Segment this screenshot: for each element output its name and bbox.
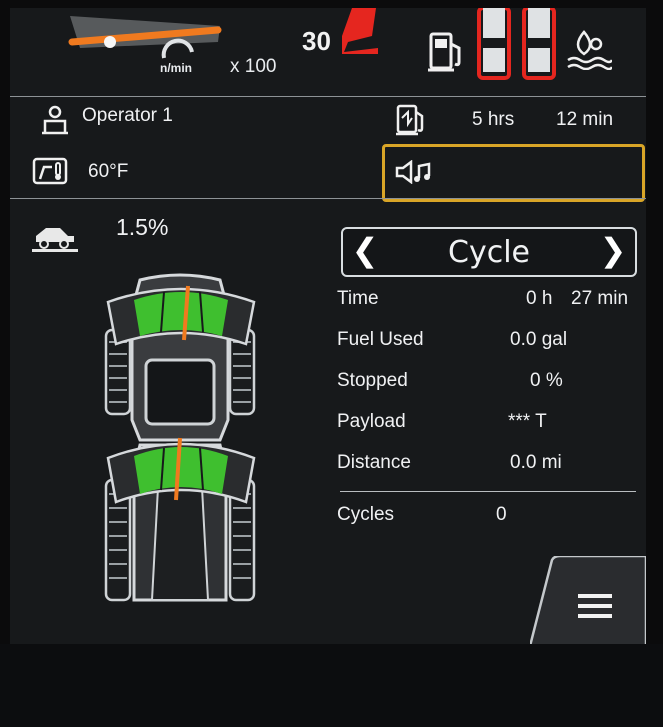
fuel-time-minutes: 12 min bbox=[556, 109, 614, 130]
audio-panel[interactable] bbox=[382, 144, 645, 202]
menu-icon bbox=[578, 594, 612, 618]
cooling-temperature-icon bbox=[567, 30, 612, 70]
fuel-time-icon bbox=[396, 104, 424, 136]
cycle-row-distance-label: Distance bbox=[337, 452, 411, 473]
status-divider bbox=[10, 198, 646, 199]
cab-temperature-value: 60°F bbox=[88, 161, 129, 182]
cycle-row-time-minutes: 27 min bbox=[571, 288, 629, 309]
cycles-value: 0 bbox=[496, 504, 507, 525]
menu-tab[interactable] bbox=[530, 556, 646, 644]
cycle-row-time-hours: 0 h bbox=[526, 288, 553, 309]
cab-temperature-icon bbox=[32, 157, 68, 185]
fuel-time-hours: 5 hrs bbox=[472, 109, 515, 130]
cycle-row-distance-value: 0.0 mi bbox=[510, 452, 562, 473]
speed-arrow-icon bbox=[342, 8, 378, 54]
rpm-multiplier-label: x 100 bbox=[230, 56, 277, 77]
cycles-label: Cycles bbox=[337, 504, 395, 525]
operator-icon bbox=[42, 105, 68, 135]
fuel-pump-icon bbox=[428, 32, 461, 72]
incline-value: 1.5% bbox=[116, 214, 169, 240]
cycle-row-fuel-label: Fuel Used bbox=[337, 329, 424, 350]
cycle-title: Cycle bbox=[448, 235, 530, 270]
fuel-level-bar-right bbox=[522, 8, 556, 80]
rpm-dial-arc bbox=[161, 38, 194, 59]
operator-label: Operator 1 bbox=[82, 105, 173, 126]
display-screen: n/min x 100 30 Operator 1 5 hrs 12 min 6… bbox=[10, 8, 646, 644]
speed-value: 30 bbox=[302, 26, 331, 56]
front-articulation-gauge bbox=[106, 285, 256, 346]
cycle-next-button[interactable]: ❯ bbox=[599, 234, 627, 267]
cycle-row-fuel-value: 0.0 gal bbox=[510, 329, 568, 350]
cycle-divider bbox=[340, 491, 636, 492]
cycle-row-payload-label: Payload bbox=[337, 411, 406, 432]
rpm-needle bbox=[68, 16, 222, 48]
cycle-selector[interactable]: ❮ Cycle ❯ bbox=[341, 227, 637, 277]
cycle-row-stopped-value: 0 % bbox=[530, 370, 563, 391]
rpm-unit-label: n/min bbox=[160, 61, 192, 75]
display-bezel bbox=[0, 644, 663, 727]
cycle-row-payload-value: *** T bbox=[508, 411, 547, 432]
truck-incline-icon bbox=[32, 228, 78, 252]
audio-icon bbox=[395, 160, 431, 184]
cycle-row-time-label: Time bbox=[337, 288, 379, 309]
top-divider bbox=[10, 96, 646, 97]
fuel-level-bar-left bbox=[477, 8, 511, 80]
rear-articulation-gauge bbox=[106, 437, 256, 504]
cycle-row-stopped-label: Stopped bbox=[337, 370, 408, 391]
